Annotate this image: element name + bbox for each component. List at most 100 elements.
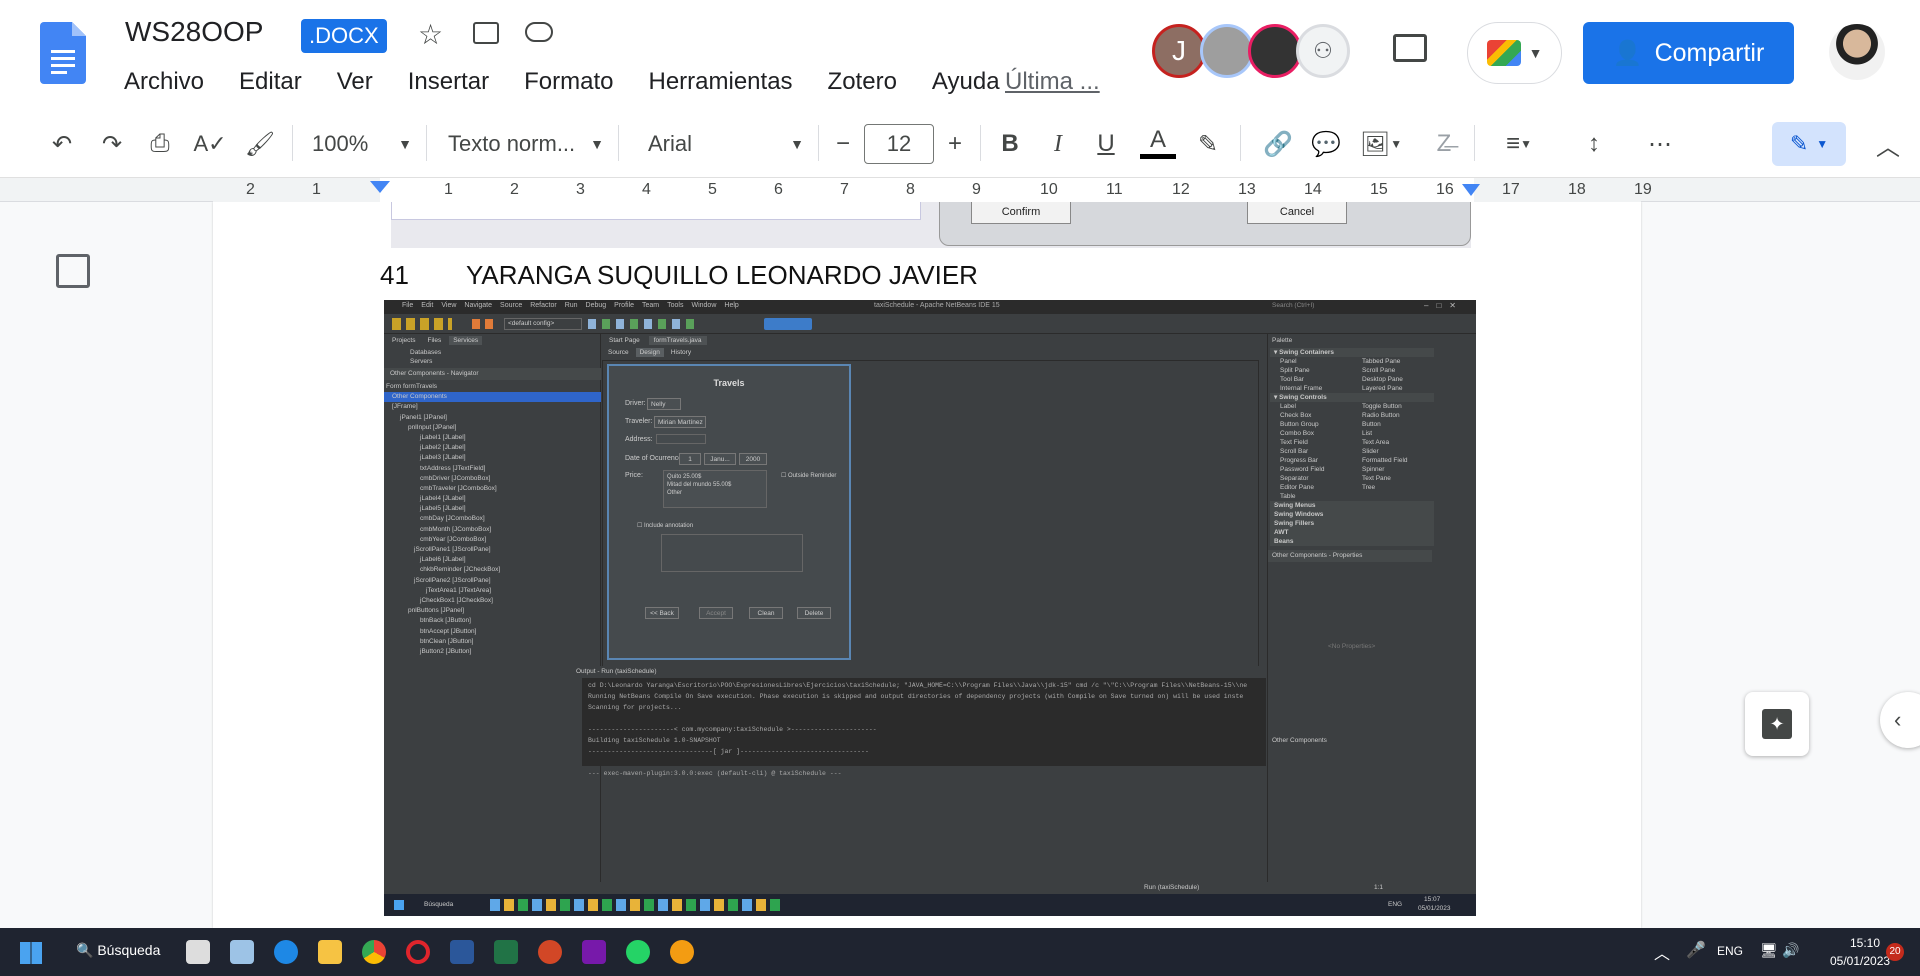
driver-combo: Nelly bbox=[647, 398, 681, 410]
print-icon[interactable]: ⎙ bbox=[142, 126, 178, 162]
bold-icon[interactable]: B bbox=[992, 126, 1028, 162]
comments-icon[interactable] bbox=[1393, 34, 1427, 62]
avatar[interactable]: J bbox=[1152, 24, 1206, 78]
volume-icon[interactable]: 🔊 bbox=[1782, 942, 1799, 959]
highlight-icon[interactable]: ✎ bbox=[1190, 126, 1226, 162]
onenote-icon[interactable] bbox=[582, 940, 606, 964]
toolbar-divider bbox=[1474, 125, 1475, 161]
left-indent-marker[interactable] bbox=[370, 181, 390, 193]
last-edit-link[interactable]: Última ... bbox=[1005, 68, 1100, 96]
excel-icon[interactable] bbox=[494, 940, 518, 964]
docs-logo-icon[interactable] bbox=[40, 22, 86, 84]
edge-icon[interactable] bbox=[274, 940, 298, 964]
star-icon[interactable]: ☆ bbox=[418, 18, 443, 51]
navigator-tree-item: jLabel5 [JLabel] bbox=[420, 505, 466, 513]
right-indent-marker[interactable] bbox=[1462, 184, 1480, 196]
font-select[interactable]: Arial ▼ bbox=[648, 126, 804, 162]
collapse-menus-icon[interactable]: ︿ bbox=[1870, 126, 1906, 162]
palette-category: ▾ Swing Containers bbox=[1270, 348, 1434, 357]
share-button[interactable]: 👤 Compartir bbox=[1583, 22, 1794, 84]
cloud-saved-icon[interactable] bbox=[525, 22, 553, 42]
more-options-icon[interactable]: ⋯ bbox=[1642, 126, 1678, 162]
add-comment-icon[interactable]: 💬 bbox=[1308, 126, 1344, 162]
meet-icon bbox=[1486, 40, 1521, 66]
navigator-tree-item: txtAddress [JTextField] bbox=[420, 464, 486, 472]
toolbar-divider bbox=[1240, 125, 1241, 161]
menu-editar[interactable]: Editar bbox=[239, 68, 302, 96]
annotation-checkbox: ☐ Include annotation bbox=[637, 523, 694, 529]
menu-ver[interactable]: Ver bbox=[337, 68, 373, 96]
navigator-tree-item: jButton2 [JButton] bbox=[420, 647, 472, 655]
underline-icon[interactable]: U bbox=[1088, 126, 1124, 162]
output-line: Building taxiSchedule 1.0-SNAPSHOT bbox=[588, 737, 721, 744]
taskbar-search[interactable]: 🔍 Búsqueda bbox=[76, 942, 160, 964]
palette-item: Password Field bbox=[1280, 466, 1325, 473]
opera-icon[interactable] bbox=[406, 940, 430, 964]
line-spacing-icon[interactable]: ↕ bbox=[1574, 126, 1614, 162]
align-icon[interactable]: ≡ ▼ bbox=[1494, 126, 1544, 162]
task-view-icon[interactable] bbox=[186, 940, 210, 964]
ide-menu-item: Edit bbox=[421, 302, 434, 309]
clock-date[interactable]: 05/01/2023 bbox=[1830, 954, 1890, 968]
windows-start-icon[interactable] bbox=[20, 942, 42, 964]
inner-taskbar: Búsqueda ENG 15:07 05/01/2023 bbox=[384, 894, 1476, 916]
insert-image-icon[interactable]: 🖼 ▼ bbox=[1356, 126, 1406, 162]
increase-font-icon[interactable]: + bbox=[934, 126, 976, 162]
widgets-icon[interactable] bbox=[230, 940, 254, 964]
clock-time[interactable]: 15:10 bbox=[1850, 936, 1880, 950]
link-icon[interactable]: 🔗 bbox=[1258, 126, 1298, 162]
avatar[interactable] bbox=[1248, 24, 1302, 78]
clear-format-icon[interactable]: Z̶ bbox=[1426, 126, 1462, 162]
netbeans-icon[interactable] bbox=[670, 940, 694, 964]
entry-number: 41 bbox=[380, 260, 409, 290]
menu-insertar[interactable]: Insertar bbox=[408, 68, 489, 96]
list-item: Quito 25.00$ bbox=[667, 474, 702, 480]
ide-menu-item: File bbox=[402, 302, 414, 309]
menu-herramientas[interactable]: Herramientas bbox=[649, 68, 793, 96]
avatar[interactable] bbox=[1200, 24, 1254, 78]
navigator-tree-item: jScrollPane1 [JScrollPane] bbox=[414, 546, 491, 553]
paint-format-icon[interactable]: 🖌 bbox=[242, 126, 278, 162]
explore-button[interactable]: ✦ bbox=[1745, 692, 1809, 756]
services-servers: Servers bbox=[410, 358, 433, 365]
spellcheck-icon[interactable]: A✓ bbox=[192, 126, 228, 162]
ruler-number: 6 bbox=[774, 181, 783, 198]
decrease-font-icon[interactable]: − bbox=[822, 126, 864, 162]
powerpoint-icon[interactable] bbox=[538, 940, 562, 964]
editing-mode-button[interactable]: ✎ ▼ bbox=[1772, 122, 1846, 166]
font-size-input[interactable]: 12 bbox=[864, 124, 934, 164]
toolbar-divider bbox=[292, 125, 293, 161]
menu-ayuda[interactable]: Ayuda bbox=[932, 68, 1000, 96]
toolbar-divider bbox=[426, 125, 427, 161]
text-color-icon[interactable]: A bbox=[1138, 120, 1178, 164]
account-avatar[interactable] bbox=[1829, 24, 1885, 80]
network-icon[interactable]: 🖥 bbox=[1760, 942, 1778, 959]
style-select[interactable]: Texto norm... ▼ bbox=[448, 126, 604, 162]
config-select: <default config> bbox=[504, 318, 582, 330]
zoom-select[interactable]: 100% ▼ bbox=[312, 126, 412, 162]
move-folder-icon[interactable] bbox=[473, 22, 499, 44]
redo-icon[interactable]: ↷ bbox=[94, 126, 130, 162]
language-indicator[interactable]: ENG bbox=[1717, 944, 1743, 958]
more-collaborators-icon[interactable]: ⚇ bbox=[1296, 24, 1350, 78]
menu-formato[interactable]: Formato bbox=[524, 68, 613, 96]
driver-label: Driver: bbox=[625, 400, 646, 407]
notification-badge[interactable]: 20 bbox=[1886, 943, 1904, 961]
side-panel-toggle-icon[interactable]: ‹ bbox=[1880, 692, 1920, 748]
ruler-number: 18 bbox=[1568, 181, 1586, 198]
menu-zotero[interactable]: Zotero bbox=[828, 68, 897, 96]
menu-archivo[interactable]: Archivo bbox=[124, 68, 204, 96]
meet-button[interactable]: ▼ bbox=[1467, 22, 1562, 84]
ruler-number: 9 bbox=[972, 181, 981, 198]
outline-icon[interactable] bbox=[56, 254, 90, 288]
word-icon[interactable] bbox=[450, 940, 474, 964]
file-explorer-icon[interactable] bbox=[318, 940, 342, 964]
undo-icon[interactable]: ↶ bbox=[44, 126, 80, 162]
microphone-icon[interactable]: 🎤 bbox=[1686, 940, 1706, 960]
chrome-icon[interactable] bbox=[362, 940, 386, 964]
tray-chevron-icon[interactable]: ︿ bbox=[1654, 940, 1670, 964]
document-title[interactable]: WS28OOP bbox=[125, 16, 263, 48]
navigator-tree-item: cmbMonth [JComboBox] bbox=[420, 525, 492, 533]
italic-icon[interactable]: I bbox=[1040, 126, 1076, 162]
whatsapp-icon[interactable] bbox=[626, 940, 650, 964]
